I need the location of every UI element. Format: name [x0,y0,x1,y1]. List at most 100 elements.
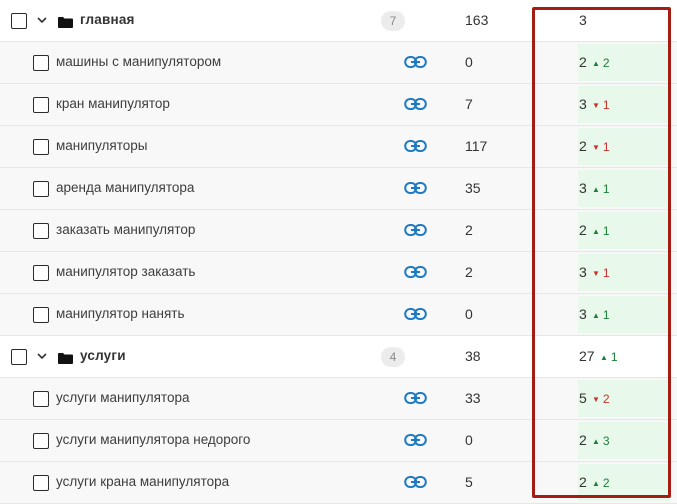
link-icon[interactable] [404,181,427,195]
position-value: 3 [579,306,587,322]
position-change-value: 1 [602,224,610,238]
position-value: 3 [579,180,587,196]
table-row[interactable]: манипулятор нанять 0 3 ▲ 1 [0,294,677,336]
position-change: ▲ 2 [592,476,610,490]
keyword-name: манипуляторы [56,138,148,153]
row-checkbox[interactable] [33,55,49,71]
group-name[interactable]: услуги [80,348,126,363]
position-change: ▲ 2 [592,56,610,70]
table-row[interactable]: манипулятор заказать 2 3 ▼ 1 [0,252,677,294]
position-change-value: 1 [602,182,610,196]
row-checkbox[interactable] [33,307,49,323]
table-row[interactable]: услуги манипулятора недорого 0 2 ▲ 3 [0,420,677,462]
position-change: ▼ 1 [592,140,610,154]
frequency-value: 2 [465,264,473,280]
keyword-name: машины с манипулятором [56,54,222,69]
position-change-value: 1 [602,98,610,112]
row-checkbox[interactable] [33,475,49,491]
position-change-value: 1 [610,350,618,364]
position-change-value: 1 [602,266,610,280]
keyword-name: услуги крана манипулятора [56,474,230,489]
position-cell: 2 ▲ 1 [578,212,669,249]
row-checkbox[interactable] [33,223,49,239]
group-row[interactable]: услуги 4 38 27 ▲ 1 [0,336,677,378]
link-icon[interactable] [404,391,427,405]
group-row[interactable]: главная 7 163 3 [0,0,677,42]
position-cell: 3 ▲ 1 [578,170,669,207]
link-icon[interactable] [404,139,427,153]
position-change-value: 1 [602,140,610,154]
folder-icon [58,15,73,28]
frequency-value: 35 [465,180,481,196]
position-change-value: 2 [602,476,610,490]
arrow-up-icon: ▲ [592,59,600,68]
row-checkbox[interactable] [33,265,49,281]
arrow-down-icon: ▼ [592,101,600,110]
chevron-down-icon[interactable] [36,349,48,363]
row-checkbox[interactable] [33,433,49,449]
link-icon[interactable] [404,55,427,69]
position-change-value: 2 [602,56,610,70]
row-checkbox[interactable] [33,139,49,155]
chevron-down-icon[interactable] [36,13,48,27]
table-row[interactable]: услуги манипулятора 33 5 ▼ 2 [0,378,677,420]
position-change: ▲ 1 [592,308,610,322]
link-icon[interactable] [404,265,427,279]
position-value: 27 [579,348,595,364]
row-checkbox[interactable] [11,13,27,29]
keyword-name: манипулятор заказать [56,264,196,279]
row-checkbox[interactable] [33,181,49,197]
position-cell: 3 ▲ 1 [578,296,669,333]
position-change-value: 1 [602,308,610,322]
position-cell: 5 ▼ 2 [578,380,669,417]
position-change-value: 3 [602,434,610,448]
position-cell: 3 [578,2,669,39]
position-change: ▼ 1 [592,266,610,280]
count-badge: 4 [381,347,405,367]
position-cell: 3 ▼ 1 [578,86,669,123]
table-row[interactable]: кран манипулятор 7 3 ▼ 1 [0,84,677,126]
row-checkbox[interactable] [33,97,49,113]
keyword-name: манипулятор нанять [56,306,185,321]
position-change: ▲ 1 [600,350,618,364]
arrow-down-icon: ▼ [592,269,600,278]
table-row[interactable]: аренда манипулятора 35 3 ▲ 1 [0,168,677,210]
position-change: ▼ 2 [592,392,610,406]
group-name[interactable]: главная [80,12,135,27]
position-value: 5 [579,390,587,406]
position-change: ▲ 1 [592,182,610,196]
frequency-value: 5 [465,474,473,490]
table-row[interactable]: услуги крана манипулятора 5 2 ▲ 2 [0,462,677,504]
position-cell: 2 ▲ 2 [578,44,669,81]
position-value: 2 [579,222,587,238]
position-value: 2 [579,432,587,448]
position-value: 3 [579,96,587,112]
row-checkbox[interactable] [11,349,27,365]
position-cell: 2 ▼ 1 [578,128,669,165]
link-icon[interactable] [404,433,427,447]
table-row[interactable]: машины с манипулятором 0 2 ▲ 2 [0,42,677,84]
table-row[interactable]: манипуляторы 117 2 ▼ 1 [0,126,677,168]
frequency-value: 7 [465,96,473,112]
frequency-value: 2 [465,222,473,238]
table-row[interactable]: заказать манипулятор 2 2 ▲ 1 [0,210,677,252]
keyword-name: услуги манипулятора [56,390,190,405]
position-cell: 2 ▲ 2 [578,464,669,501]
link-icon[interactable] [404,307,427,321]
position-value: 2 [579,54,587,70]
position-change-value: 2 [602,392,610,406]
arrow-up-icon: ▲ [592,227,600,236]
link-icon[interactable] [404,223,427,237]
position-value: 2 [579,138,587,154]
link-icon[interactable] [404,475,427,489]
folder-icon [58,351,73,364]
frequency-value: 117 [465,138,488,154]
keyword-name: аренда манипулятора [56,180,195,195]
frequency-value: 0 [465,54,473,70]
position-change: ▲ 1 [592,224,610,238]
arrow-down-icon: ▼ [592,143,600,152]
arrow-up-icon: ▲ [592,479,600,488]
link-icon[interactable] [404,97,427,111]
row-checkbox[interactable] [33,391,49,407]
frequency-value: 38 [465,348,481,364]
